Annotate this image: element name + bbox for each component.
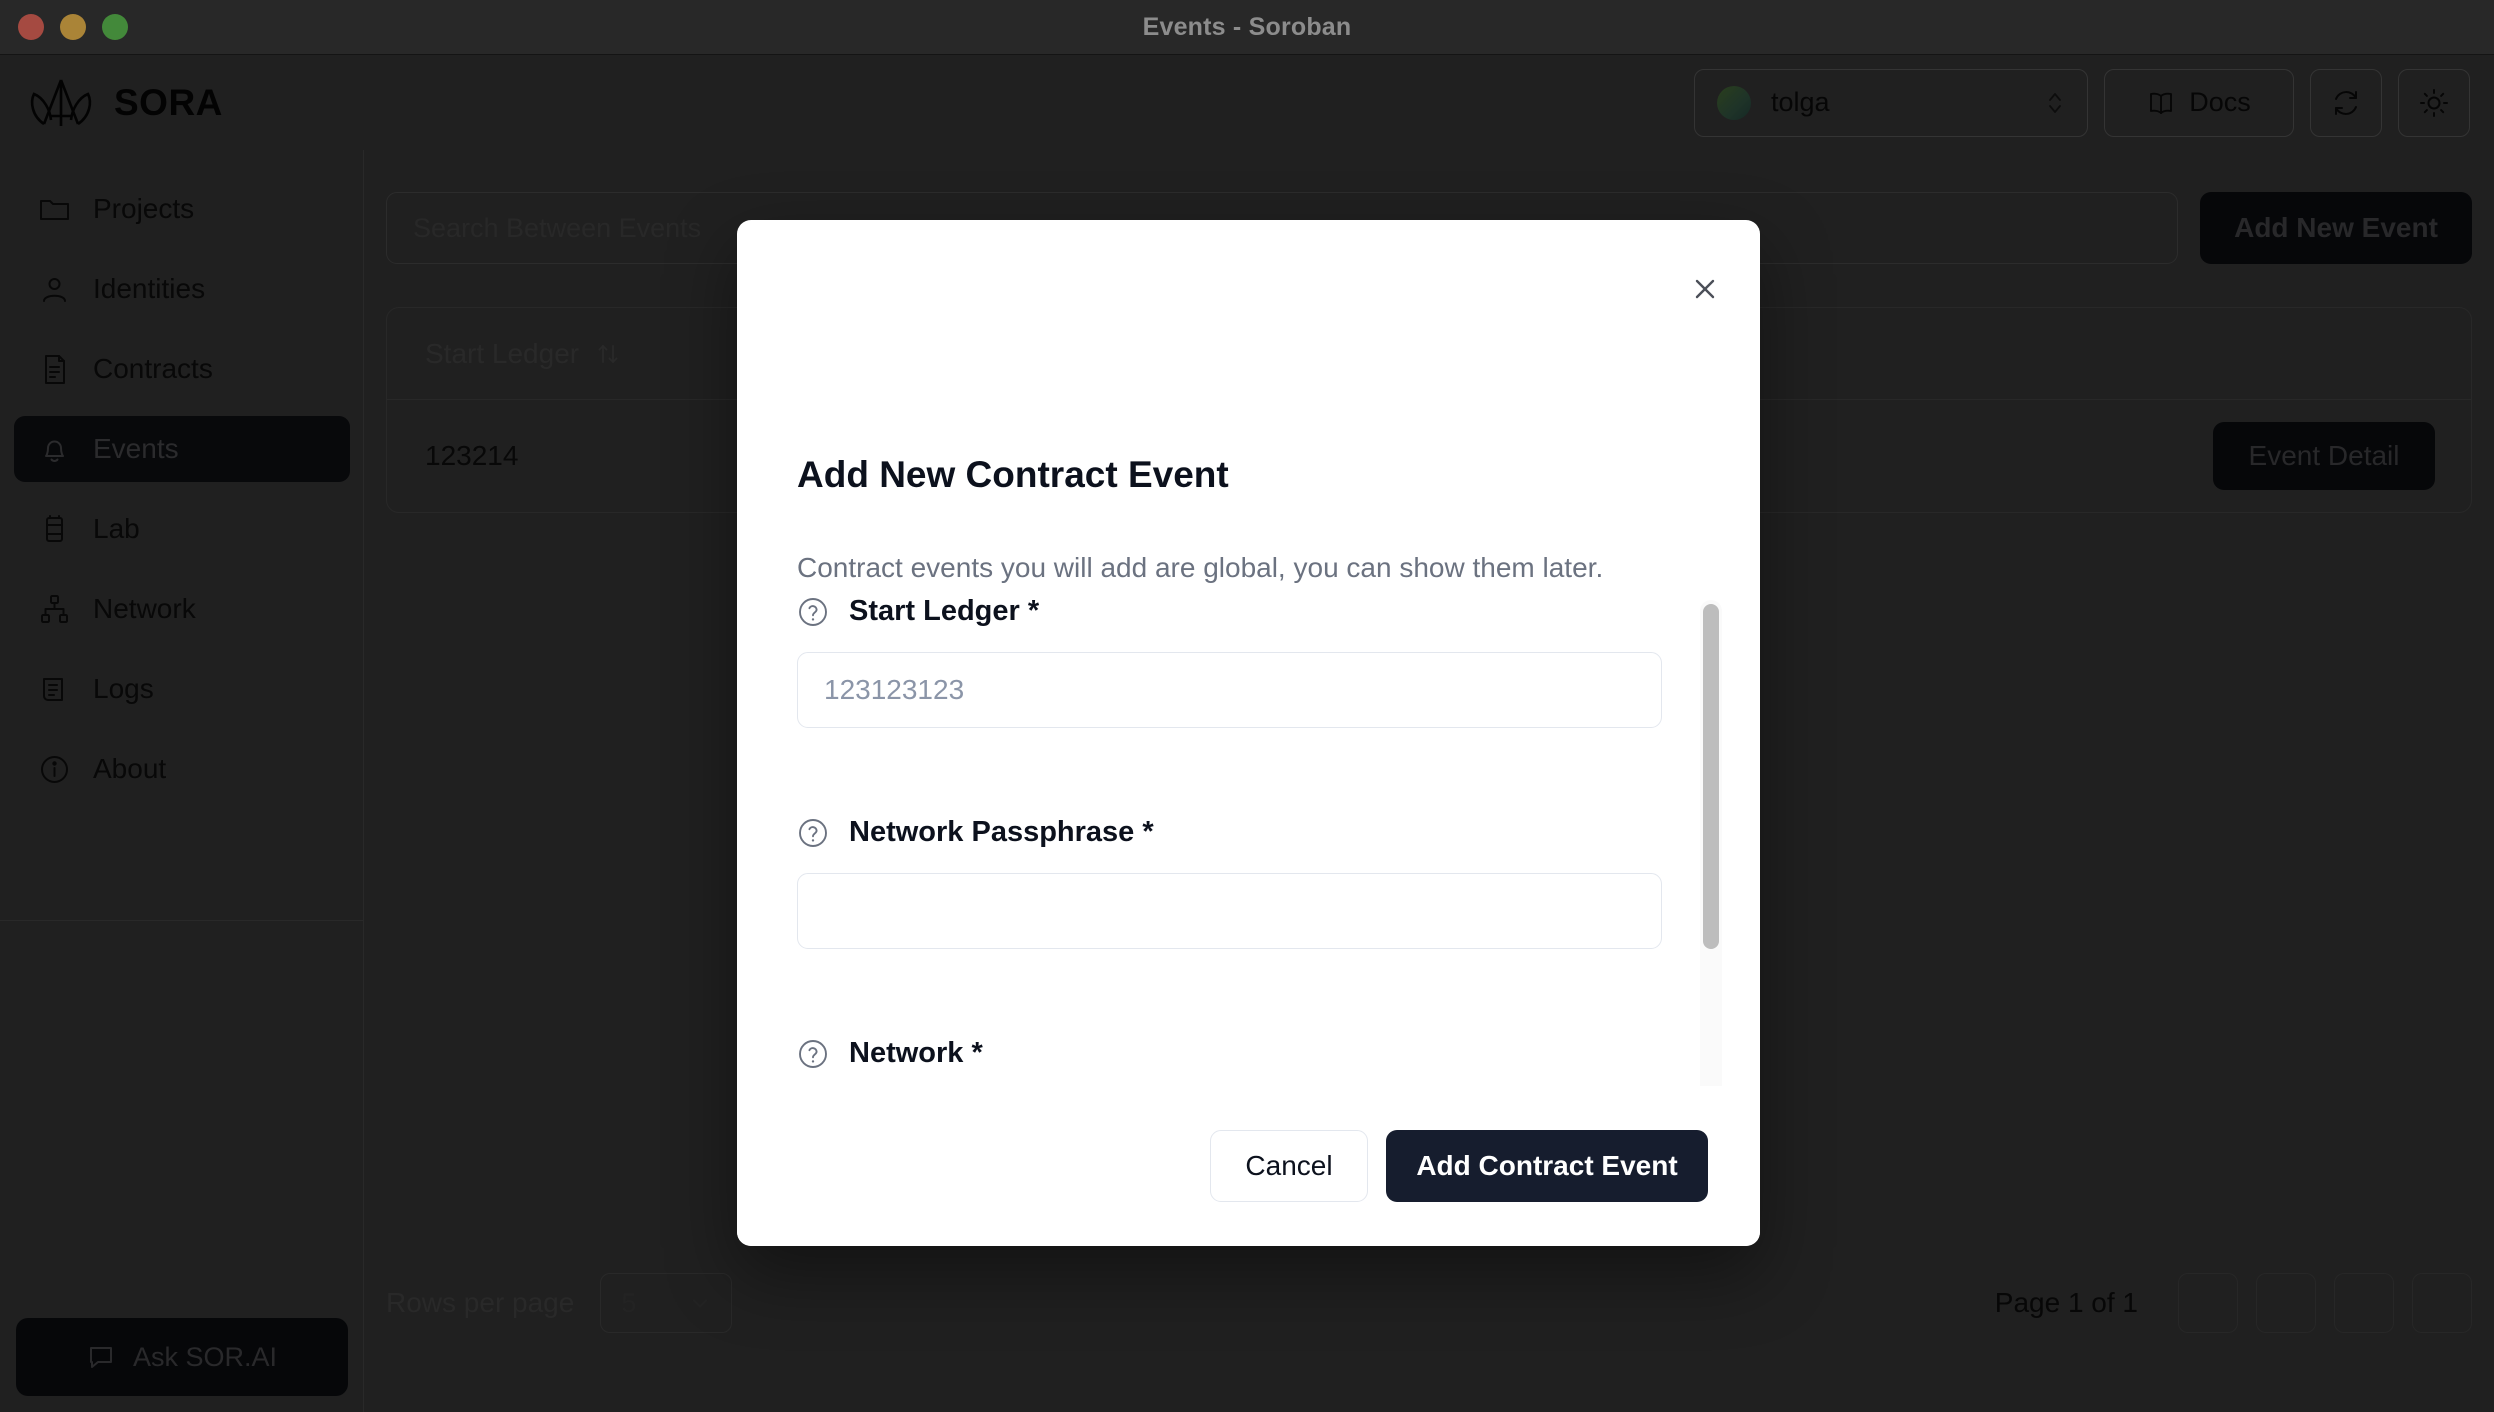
field-label-row: Start Ledger * [797,595,1662,628]
start-ledger-input[interactable]: 123123123 [797,652,1662,728]
help-circle-icon[interactable] [797,817,829,849]
network-passphrase-input[interactable] [797,873,1662,949]
cancel-button[interactable]: Cancel [1210,1130,1368,1202]
modal-footer: Cancel Add Contract Event [737,1086,1760,1246]
field-start-ledger: Start Ledger * 123123123 [797,595,1662,728]
field-label: Start Ledger * [849,595,1040,627]
start-ledger-placeholder: 123123123 [824,674,965,705]
modal-title: Add New Contract Event [797,454,1229,495]
add-contract-event-modal: Add New Contract Event Contract events y… [737,220,1760,1246]
field-network-passphrase: Network Passphrase * [797,816,1662,949]
help-circle-icon[interactable] [797,1038,829,1070]
modal-subtitle: Contract events you will add are global,… [797,552,1604,583]
field-label-row: Network * [797,1037,1662,1070]
field-label-row: Network Passphrase * [797,816,1662,849]
add-contract-event-button[interactable]: Add Contract Event [1386,1130,1708,1202]
modal-scrollbar-thumb[interactable] [1703,604,1719,949]
field-label: Network Passphrase * [849,816,1154,848]
close-icon [1690,274,1720,304]
field-label: Network * [849,1037,983,1069]
close-modal-button[interactable] [1684,268,1726,310]
help-circle-icon[interactable] [797,596,829,628]
submit-label: Add Contract Event [1416,1150,1678,1181]
cancel-label: Cancel [1245,1150,1333,1181]
